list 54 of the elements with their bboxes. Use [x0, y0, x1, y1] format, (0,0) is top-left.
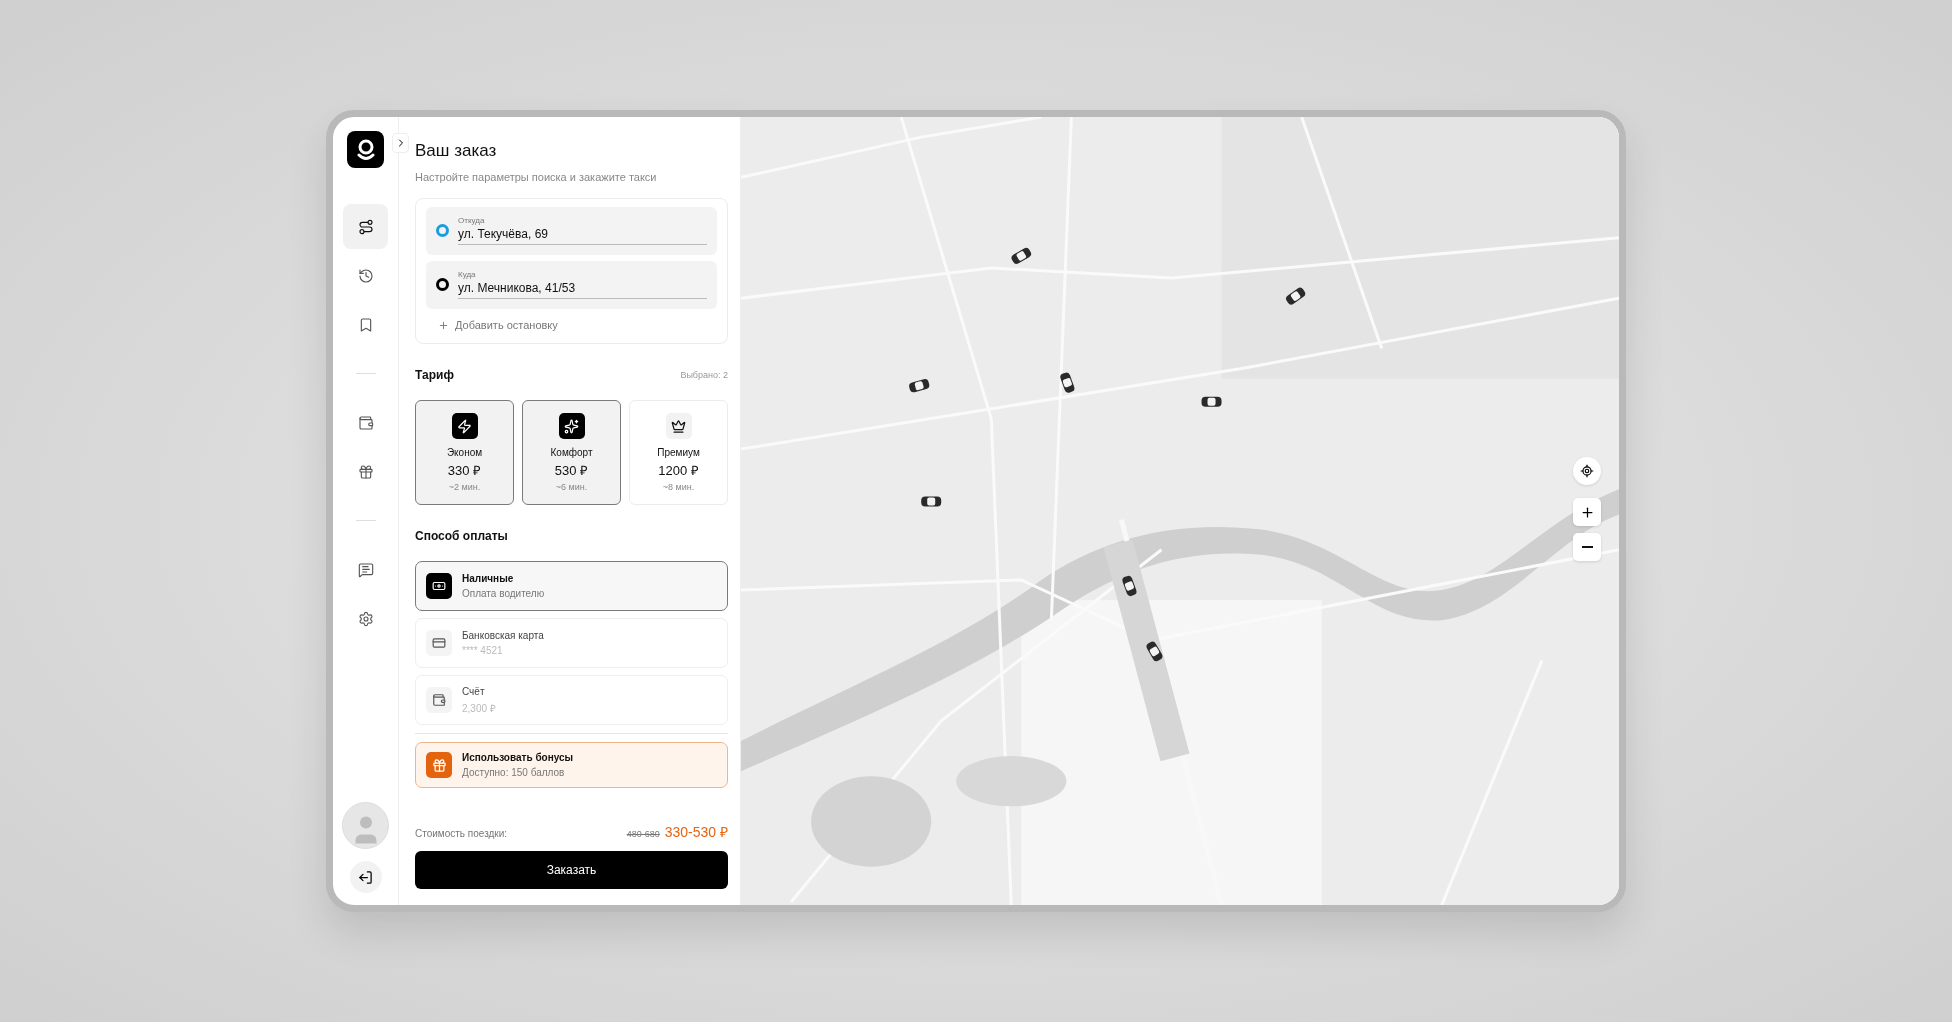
lightning-icon: [451, 413, 478, 439]
car-icon: [908, 378, 931, 394]
cash-icon: [426, 573, 452, 599]
logout-button[interactable]: [349, 861, 382, 893]
chat-icon: [357, 561, 374, 578]
tariff-card[interactable]: Эконом 330 ₽ ~2 мин.: [415, 400, 514, 505]
point-marker-icon: [436, 224, 449, 237]
card-icon: [426, 630, 452, 656]
logout-icon: [358, 869, 373, 885]
address-input[interactable]: ул. Текучёва, 69: [458, 225, 707, 245]
tariff-card[interactable]: Комфорт 530 ₽ ~6 мин.: [522, 400, 621, 505]
cost-label: Стоимость поездки:: [415, 828, 508, 840]
plus-icon: [1579, 504, 1595, 520]
car-icon: [1121, 574, 1138, 598]
locate-icon: [1580, 464, 1594, 478]
old-price: 480-680: [626, 829, 660, 840]
add-stop-link[interactable]: Добавить остановку: [426, 315, 570, 337]
selected-count: Выбрано: 2: [680, 370, 728, 380]
gift-icon: [357, 463, 374, 480]
wallet-icon: [357, 414, 374, 431]
car-icon: [1059, 371, 1076, 394]
payment-option[interactable]: Счёт 2,300 ₽: [415, 675, 728, 725]
order-button[interactable]: Заказать: [415, 851, 728, 889]
car-icon: [1201, 396, 1222, 407]
minus-icon: [1581, 546, 1593, 548]
field-label: Откуда: [458, 216, 486, 225]
panel-subtitle: Настройте параметры поиска и закажите такси: [415, 171, 658, 183]
expand-button[interactable]: [392, 133, 409, 153]
app-logo[interactable]: [347, 131, 384, 168]
panel-title: Ваш заказ: [415, 141, 498, 161]
zoom-in-button[interactable]: [1573, 498, 1601, 526]
nav-button[interactable]: [343, 204, 388, 249]
field-label: Куда: [458, 270, 477, 279]
route-icon: [357, 218, 374, 235]
crown-icon: [665, 413, 692, 439]
tariff-card[interactable]: Премиум 1200 ₽ ~8 мин.: [629, 400, 728, 505]
car-icon: [921, 496, 942, 507]
settings-icon: [357, 610, 374, 627]
section-title: Способ оплаты: [415, 529, 508, 543]
wallet-icon: [426, 687, 452, 713]
point-marker-icon: [436, 278, 449, 291]
history-icon: [357, 267, 374, 284]
bonus-option[interactable]: Использовать бонусы Доступно: 150 баллов: [415, 742, 728, 789]
address-field[interactable]: Куда ул. Мечникова, 41/53: [426, 261, 717, 309]
gift-icon: [426, 752, 452, 779]
address-field[interactable]: Откуда ул. Текучёва, 69: [426, 207, 717, 255]
zoom-out-button[interactable]: [1573, 533, 1601, 561]
payment-option[interactable]: Банковская карта **** 4521: [415, 618, 728, 668]
price: 330-530 ₽: [664, 823, 728, 842]
payment-option[interactable]: Наличные Оплата водителю: [415, 561, 728, 611]
sparkles-icon: [558, 413, 585, 439]
plus-icon: [438, 319, 449, 331]
section-title: Тариф: [415, 368, 454, 382]
address-input[interactable]: ул. Мечникова, 41/53: [458, 279, 707, 299]
